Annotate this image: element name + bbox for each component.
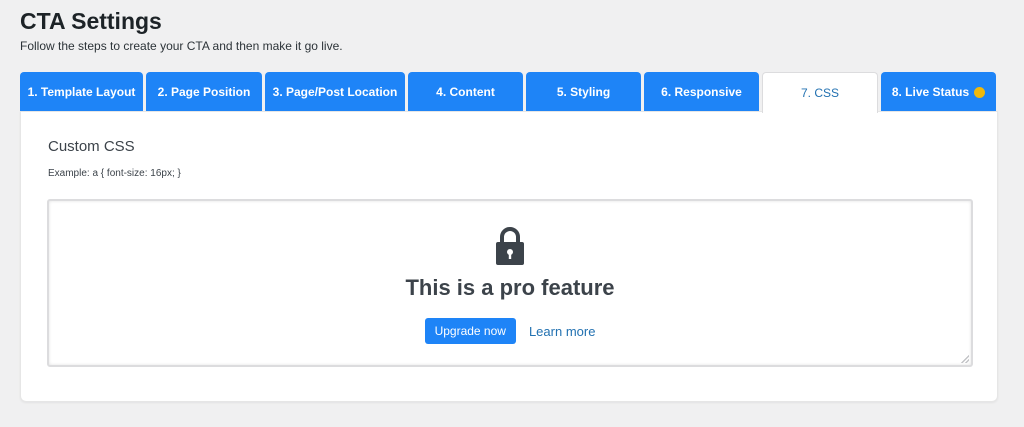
lock-icon [496,227,524,265]
tab-label: 6. Responsive [661,85,742,99]
step-tabs: 1. Template Layout 2. Page Position 3. P… [20,72,996,113]
tab-label: 2. Page Position [157,85,251,99]
tab-label: 7. CSS [800,86,839,100]
learn-more-link[interactable]: Learn more [529,324,595,339]
tab-label: 5. Styling [556,85,611,99]
page-title: CTA Settings [20,8,162,34]
css-panel: Custom CSS Example: a { font-size: 16px;… [20,111,998,402]
custom-css-editor[interactable]: This is a pro feature Upgrade now Learn … [47,199,973,367]
tab-css[interactable]: 7. CSS [762,72,878,113]
tab-page-position[interactable]: 2. Page Position [146,72,262,112]
tab-live-status[interactable]: 8. Live Status [881,72,996,112]
upgrade-now-button[interactable]: Upgrade now [424,318,516,344]
tab-label: 4. Content [436,85,495,99]
tab-styling[interactable]: 5. Styling [526,72,641,112]
tab-page-post-location[interactable]: 3. Page/Post Location [265,72,405,112]
section-title: Custom CSS [48,138,135,155]
css-example-hint: Example: a { font-size: 16px; } [48,168,181,179]
tab-content[interactable]: 4. Content [408,72,523,112]
resize-handle-icon[interactable] [961,355,969,363]
tab-label: 3. Page/Post Location [272,85,398,99]
tab-label: 8. Live Status [891,85,970,99]
cta-settings-page: CTA Settings Follow the steps to create … [0,0,1024,427]
tab-label: 1. Template Layout [27,85,136,99]
pro-actions: Upgrade now Learn more [49,318,971,344]
status-dot-icon [974,86,986,98]
pro-feature-message: This is a pro feature [405,275,615,300]
tab-template-layout[interactable]: 1. Template Layout [20,72,143,112]
tab-responsive[interactable]: 6. Responsive [644,72,759,112]
page-subtitle: Follow the steps to create your CTA and … [20,39,343,53]
